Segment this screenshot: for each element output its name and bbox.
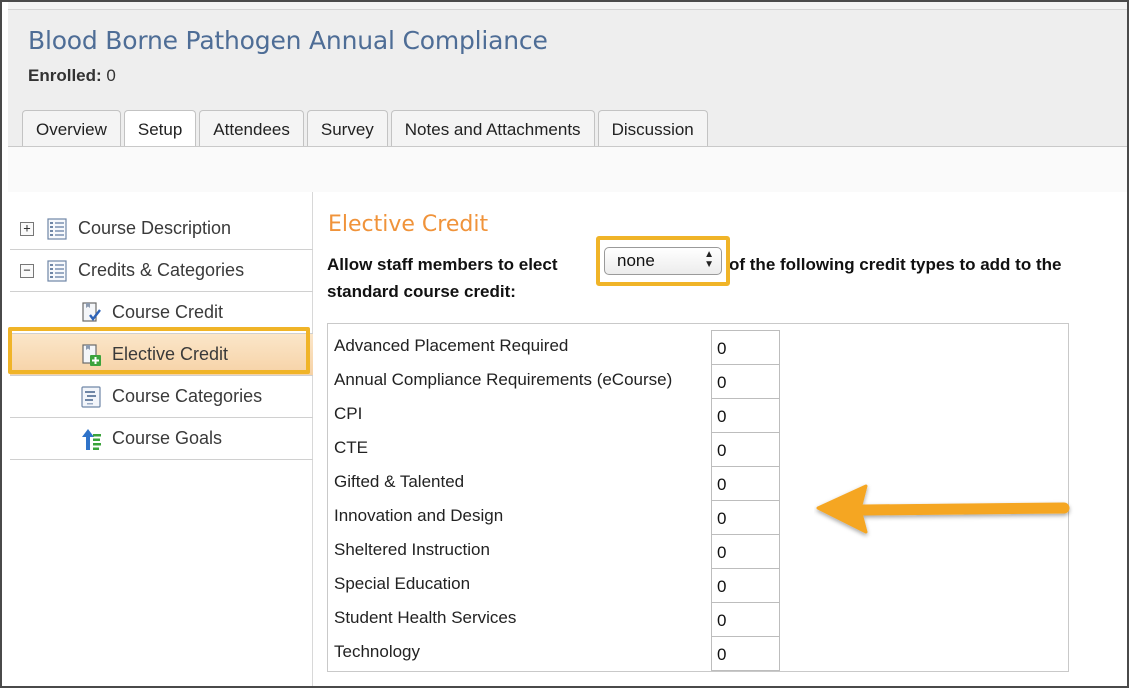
tab-notes-and-attachments[interactable]: Notes and Attachments	[390, 110, 595, 147]
sidebar-item-course-goals[interactable]: Course Goals	[10, 418, 313, 460]
credit-value-input[interactable]: 0	[711, 364, 780, 398]
categories-icon	[81, 385, 101, 408]
top-strip	[8, 2, 1127, 10]
expand-toggle-icon[interactable]: +	[20, 221, 34, 236]
sidebar-item-label: Course Goals	[112, 428, 223, 448]
page-title: Blood Borne Pathogen Annual Compliance	[28, 26, 548, 55]
sidebar-item-label: Course Categories	[112, 386, 263, 406]
table-row: Advanced Placement Required 0	[328, 330, 1068, 364]
tab-attendees[interactable]: Attendees	[199, 110, 304, 147]
tab-survey[interactable]: Survey	[306, 110, 388, 147]
tab-discussion[interactable]: Discussion	[597, 110, 708, 147]
table-row: Student Health Services 0	[328, 602, 1068, 636]
credit-value-input[interactable]: 0	[711, 602, 780, 636]
tab-overview[interactable]: Overview	[22, 110, 121, 147]
credit-type-label: Advanced Placement Required	[334, 336, 569, 355]
highlight-box-select: none ▲ ▼	[596, 236, 730, 286]
highlight-box-elective-credit	[8, 327, 310, 374]
sidebar-item-label: Course Description	[78, 218, 232, 238]
collapse-toggle-icon[interactable]: −	[20, 263, 34, 278]
elect-count-select[interactable]: none ▲ ▼	[604, 247, 722, 275]
table-row: CTE 0	[328, 432, 1068, 466]
sidebar-item-credits-categories[interactable]: − Credits & Categories	[10, 250, 313, 292]
callout-arrow-icon	[816, 484, 1070, 534]
table-row: CPI 0	[328, 398, 1068, 432]
section-title: Elective Credit	[328, 212, 489, 237]
elective-credit-panel: Elective Credit Allow staff members to e…	[314, 192, 1127, 686]
credit-value-input[interactable]: 0	[711, 330, 780, 364]
credit-type-label: Student Health Services	[334, 608, 517, 627]
document-icon	[47, 217, 67, 240]
goals-icon	[82, 428, 101, 450]
setup-sidebar: + Course Description − Credits & Categor…	[10, 192, 313, 686]
select-value: none	[617, 251, 655, 270]
credit-value-input[interactable]: 0	[711, 466, 780, 500]
table-row: Technology 0	[328, 636, 1068, 671]
enrolled-value: 0	[106, 66, 116, 85]
credit-type-label: CTE	[334, 438, 368, 457]
credit-type-label: Annual Compliance Requirements (eCourse)	[334, 370, 673, 389]
credit-check-icon	[82, 301, 101, 322]
sidebar-item-course-description[interactable]: + Course Description	[10, 208, 313, 250]
table-row: Special Education 0	[328, 568, 1068, 602]
enrolled-label: Enrolled:	[28, 66, 102, 85]
credit-value-input[interactable]: 0	[711, 568, 780, 602]
tab-setup[interactable]: Setup	[123, 110, 197, 148]
credit-value-input[interactable]: 0	[711, 500, 780, 534]
sidebar-item-course-categories[interactable]: Course Categories	[10, 376, 313, 418]
credit-type-label: Gifted & Talented	[334, 472, 465, 491]
select-arrows-icon: ▲ ▼	[704, 249, 714, 270]
course-header: Blood Borne Pathogen Annual Compliance E…	[8, 2, 1127, 192]
table-row: Annual Compliance Requirements (eCourse)…	[328, 364, 1068, 398]
instruction-text-end: of the following credit types to add to …	[729, 255, 1062, 274]
tab-bar: Overview Setup Attendees Survey Notes an…	[22, 110, 708, 148]
credit-type-label: Special Education	[334, 574, 471, 593]
credit-value-input[interactable]: 0	[711, 534, 780, 568]
credit-value-input[interactable]: 0	[711, 398, 780, 432]
credit-value-input[interactable]: 0	[711, 432, 780, 466]
sidebar-item-label: Credits & Categories	[78, 260, 245, 280]
credit-type-label: CPI	[334, 404, 363, 423]
credit-type-label: Innovation and Design	[334, 506, 504, 525]
enrolled-count: Enrolled: 0	[28, 66, 116, 86]
credit-value-input[interactable]: 0	[711, 636, 780, 671]
instruction-text-line2: standard course credit:	[327, 282, 516, 301]
instruction-text-start: Allow staff members to elect	[327, 255, 558, 274]
toolbar-strip	[8, 146, 1127, 192]
sidebar-item-label: Course Credit	[112, 302, 224, 322]
document-icon	[47, 259, 67, 282]
app-window: Blood Borne Pathogen Annual Compliance E…	[0, 0, 1129, 688]
credit-type-label: Sheltered Instruction	[334, 540, 490, 559]
credit-type-label: Technology	[334, 642, 421, 661]
